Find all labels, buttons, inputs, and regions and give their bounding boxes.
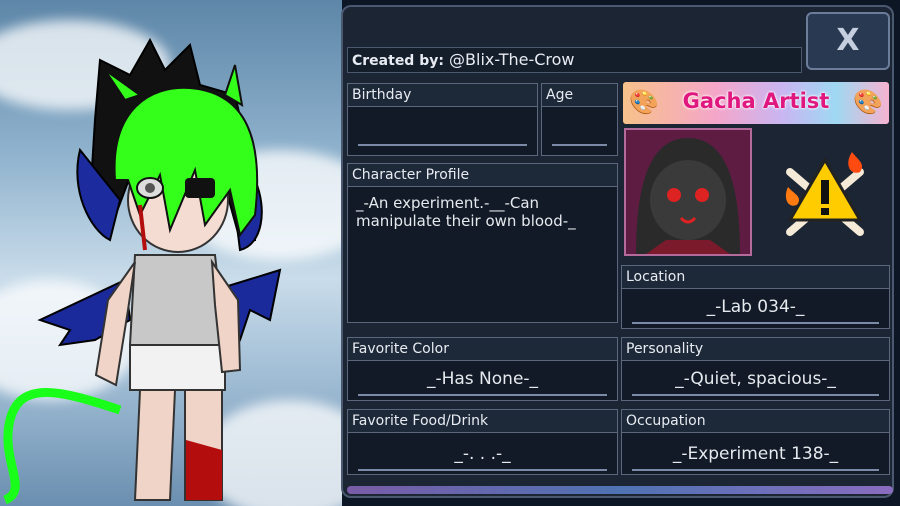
age-field[interactable]: Age — [541, 83, 618, 156]
birthday-label: Birthday — [348, 84, 537, 107]
avatar[interactable] — [624, 128, 752, 256]
personality-value: _-Quiet, spacious-_ — [675, 369, 836, 389]
occupation-value: _-Experiment 138-_ — [672, 444, 839, 464]
creator-label: Created by: — [352, 53, 444, 69]
personality-field[interactable]: Personality _-Quiet, spacious-_ — [621, 337, 890, 401]
character-scene — [0, 0, 342, 506]
character-sprite — [2, 37, 282, 505]
close-button[interactable]: X — [806, 12, 890, 70]
creator-name: @Blix-The-Crow — [449, 50, 575, 69]
personality-label: Personality — [622, 338, 889, 361]
location-underline — [632, 322, 879, 324]
badge-title: Gacha Artist — [682, 89, 830, 113]
character-profile-text: _-An experiment.-__-Can manipulate their… — [356, 194, 576, 230]
character-profile-label: Character Profile — [348, 164, 617, 187]
favorite-food-underline — [358, 469, 607, 471]
location-field[interactable]: Location _-Lab 034-_ — [621, 265, 890, 329]
favorite-food-value: _-. . .-_ — [454, 444, 511, 464]
panel-bottom-accent — [347, 486, 893, 494]
occupation-underline — [632, 469, 879, 471]
location-label: Location — [622, 266, 889, 289]
favorite-food-field[interactable]: Favorite Food/Drink _-. . .-_ — [347, 409, 618, 475]
warning-crossbones-icon — [780, 142, 870, 242]
age-label: Age — [542, 84, 617, 107]
occupation-label: Occupation — [622, 410, 889, 433]
location-value: _-Lab 034-_ — [706, 297, 805, 317]
favorite-color-field[interactable]: Favorite Color _-Has None-_ — [347, 337, 618, 401]
gacha-artist-badge: 🎨 Gacha Artist 🎨 — [623, 82, 889, 124]
favorite-color-value: _-Has None-_ — [426, 369, 539, 389]
palette-icon: 🎨 — [853, 88, 883, 116]
favorite-color-label: Favorite Color — [348, 338, 617, 361]
occupation-field[interactable]: Occupation _-Experiment 138-_ — [621, 409, 890, 475]
avatar-image — [626, 130, 750, 254]
birthday-underline — [358, 144, 527, 146]
favorite-color-underline — [358, 394, 607, 396]
creator-bar: Created by: @Blix-The-Crow — [347, 47, 802, 73]
favorite-food-label: Favorite Food/Drink — [348, 410, 617, 433]
age-underline — [552, 144, 607, 146]
personality-underline — [632, 394, 879, 396]
birthday-field[interactable]: Birthday — [347, 83, 538, 156]
character-profile-field[interactable]: Character Profile _-An experiment.-__-Ca… — [347, 163, 618, 323]
